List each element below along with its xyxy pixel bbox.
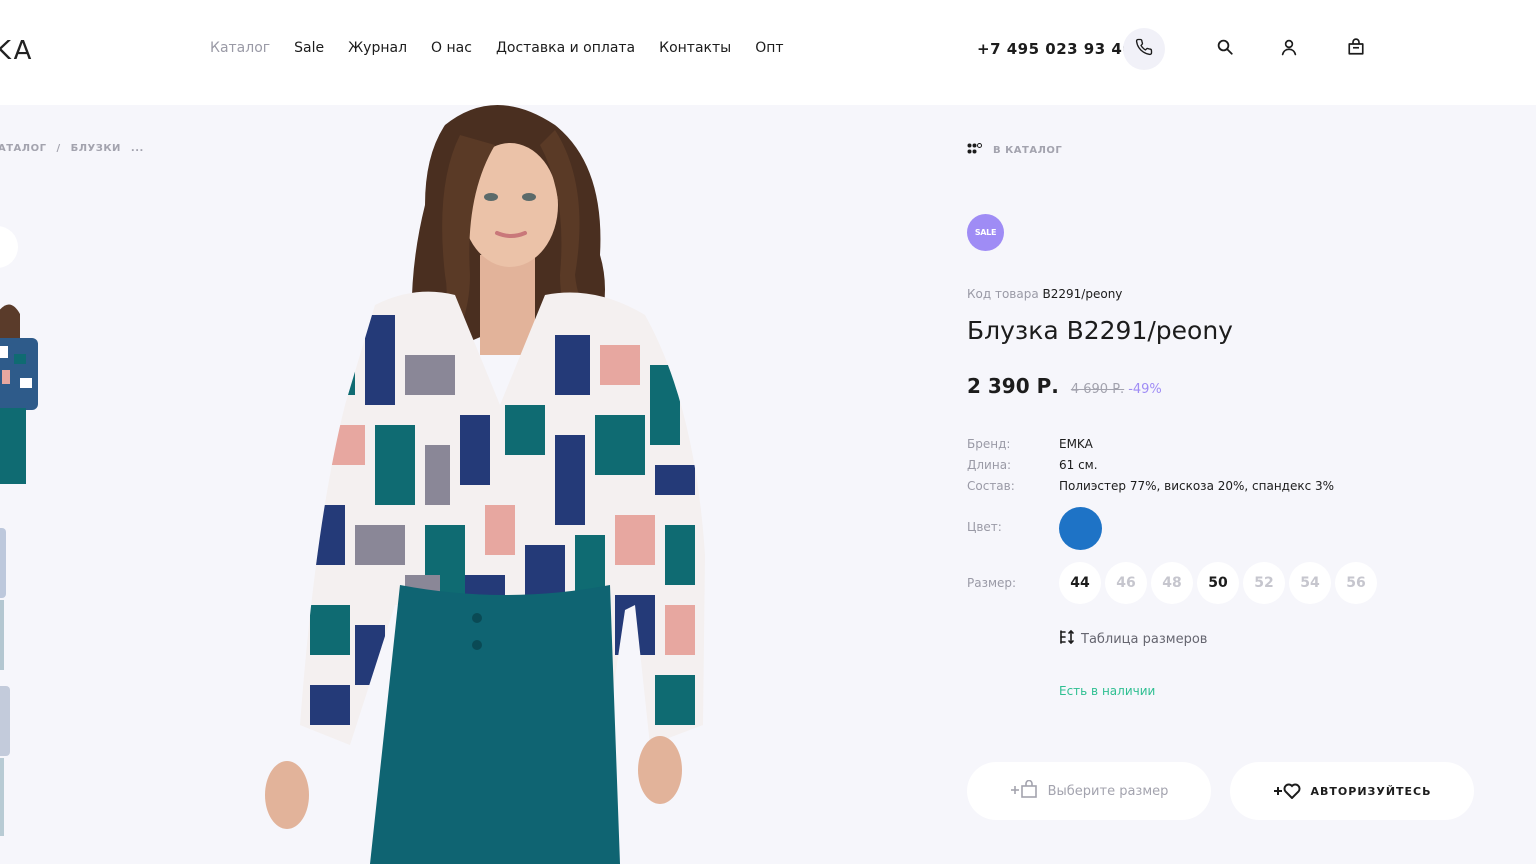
size-table-label: Таблица размеров xyxy=(1081,631,1208,647)
wishlist-login-label: АВТОРИЗУЙТЕСЬ xyxy=(1310,784,1432,798)
add-to-cart-button[interactable]: Выберите размер xyxy=(967,762,1211,820)
nav-wholesale[interactable]: Опт xyxy=(755,40,783,56)
property-row: Бренд: EMKA xyxy=(967,433,1334,454)
add-to-cart-label: Выберите размер xyxy=(1047,783,1169,799)
gallery-prev-button[interactable] xyxy=(0,226,18,268)
nav-delivery[interactable]: Доставка и оплата xyxy=(496,40,635,56)
property-value: 61 см. xyxy=(1059,457,1098,472)
phone-number[interactable]: +7 495 023 93 40 xyxy=(977,40,1133,58)
add-to-cart-icon xyxy=(1010,779,1038,802)
phone-button[interactable] xyxy=(1123,28,1165,70)
product-code: Код товара B2291/peony xyxy=(967,287,1122,301)
discount-percent: -49% xyxy=(1128,382,1162,397)
cart-button[interactable] xyxy=(1345,38,1367,60)
gallery-thumbnail[interactable] xyxy=(0,298,46,484)
price-block: 2 390 Р. 4 690 Р. -49% xyxy=(967,374,1162,398)
breadcrumb-blouses[interactable]: БЛУЗКИ xyxy=(71,143,121,154)
nav-sale[interactable]: Sale xyxy=(294,40,324,56)
add-to-wishlist-icon xyxy=(1273,781,1301,802)
product-main-image xyxy=(255,105,725,864)
size-option-48[interactable]: 48 xyxy=(1151,562,1193,604)
breadcrumb-separator: / xyxy=(56,143,61,154)
product-code-label: Код товара xyxy=(967,287,1039,301)
breadcrumb: АТАЛОГ / БЛУЗКИ ... xyxy=(0,143,150,154)
phone-icon xyxy=(1135,38,1153,60)
ruler-icon xyxy=(1059,629,1075,649)
back-to-catalog-link[interactable]: В КАТАЛОГ xyxy=(967,143,1062,158)
property-key: Состав: xyxy=(967,478,1015,493)
product-code-value: B2291/peony xyxy=(1042,287,1123,301)
main-nav: Каталог Sale Журнал О нас Доставка и опл… xyxy=(210,40,808,56)
current-price: 2 390 Р. xyxy=(967,374,1059,398)
gallery-thumbnail[interactable] xyxy=(0,676,46,836)
product-properties: Бренд: EMKA Длина: 61 см. Состав: Полиэс… xyxy=(967,433,1334,496)
search-button[interactable] xyxy=(1214,38,1236,60)
wishlist-login-button[interactable]: АВТОРИЗУЙТЕСЬ xyxy=(1230,762,1474,820)
property-value: Полиэстер 77%, вискоза 20%, спандекс 3% xyxy=(1059,478,1335,493)
search-icon xyxy=(1216,38,1234,60)
site-logo[interactable]: KA xyxy=(0,36,34,66)
gallery-thumbnail[interactable] xyxy=(0,520,46,670)
grid-icon xyxy=(967,143,985,158)
size-option-50[interactable]: 50 xyxy=(1197,562,1239,604)
site-header: KA Каталог Sale Журнал О нас Доставка и … xyxy=(0,0,1536,105)
nav-contacts[interactable]: Контакты xyxy=(659,40,731,56)
sale-badge: SALE xyxy=(967,214,1004,251)
stock-status: Есть в наличии xyxy=(1059,684,1156,698)
color-label: Цвет: xyxy=(967,520,1002,534)
size-table-link[interactable]: Таблица размеров xyxy=(1059,629,1207,649)
size-label: Размер: xyxy=(967,576,1017,590)
size-option-52[interactable]: 52 xyxy=(1243,562,1285,604)
property-row: Длина: 61 см. xyxy=(967,454,1334,475)
property-key: Бренд: xyxy=(967,436,1011,451)
nav-catalog[interactable]: Каталог xyxy=(210,40,270,56)
property-row: Состав: Полиэстер 77%, вискоза 20%, спан… xyxy=(967,475,1334,496)
product-title: Блузка B2291/peony xyxy=(967,316,1233,345)
old-price: 4 690 Р. xyxy=(1070,382,1125,397)
size-option-56[interactable]: 56 xyxy=(1335,562,1377,604)
breadcrumb-catalog[interactable]: АТАЛОГ xyxy=(0,143,46,154)
nav-journal[interactable]: Журнал xyxy=(348,40,407,56)
breadcrumb-ellipsis: ... xyxy=(130,143,144,154)
property-key: Длина: xyxy=(967,457,1012,472)
size-option-44[interactable]: 44 xyxy=(1059,562,1101,604)
nav-about[interactable]: О нас xyxy=(431,40,472,56)
property-value: EMKA xyxy=(1059,436,1093,451)
size-option-54[interactable]: 54 xyxy=(1289,562,1331,604)
back-to-catalog-label: В КАТАЛОГ xyxy=(993,145,1063,156)
user-icon xyxy=(1280,38,1298,60)
account-button[interactable] xyxy=(1278,38,1300,60)
color-swatch-blue[interactable] xyxy=(1059,507,1102,550)
size-selector: 44 46 48 50 52 54 56 xyxy=(1059,562,1377,604)
size-option-46[interactable]: 46 xyxy=(1105,562,1147,604)
cart-icon xyxy=(1347,38,1365,60)
